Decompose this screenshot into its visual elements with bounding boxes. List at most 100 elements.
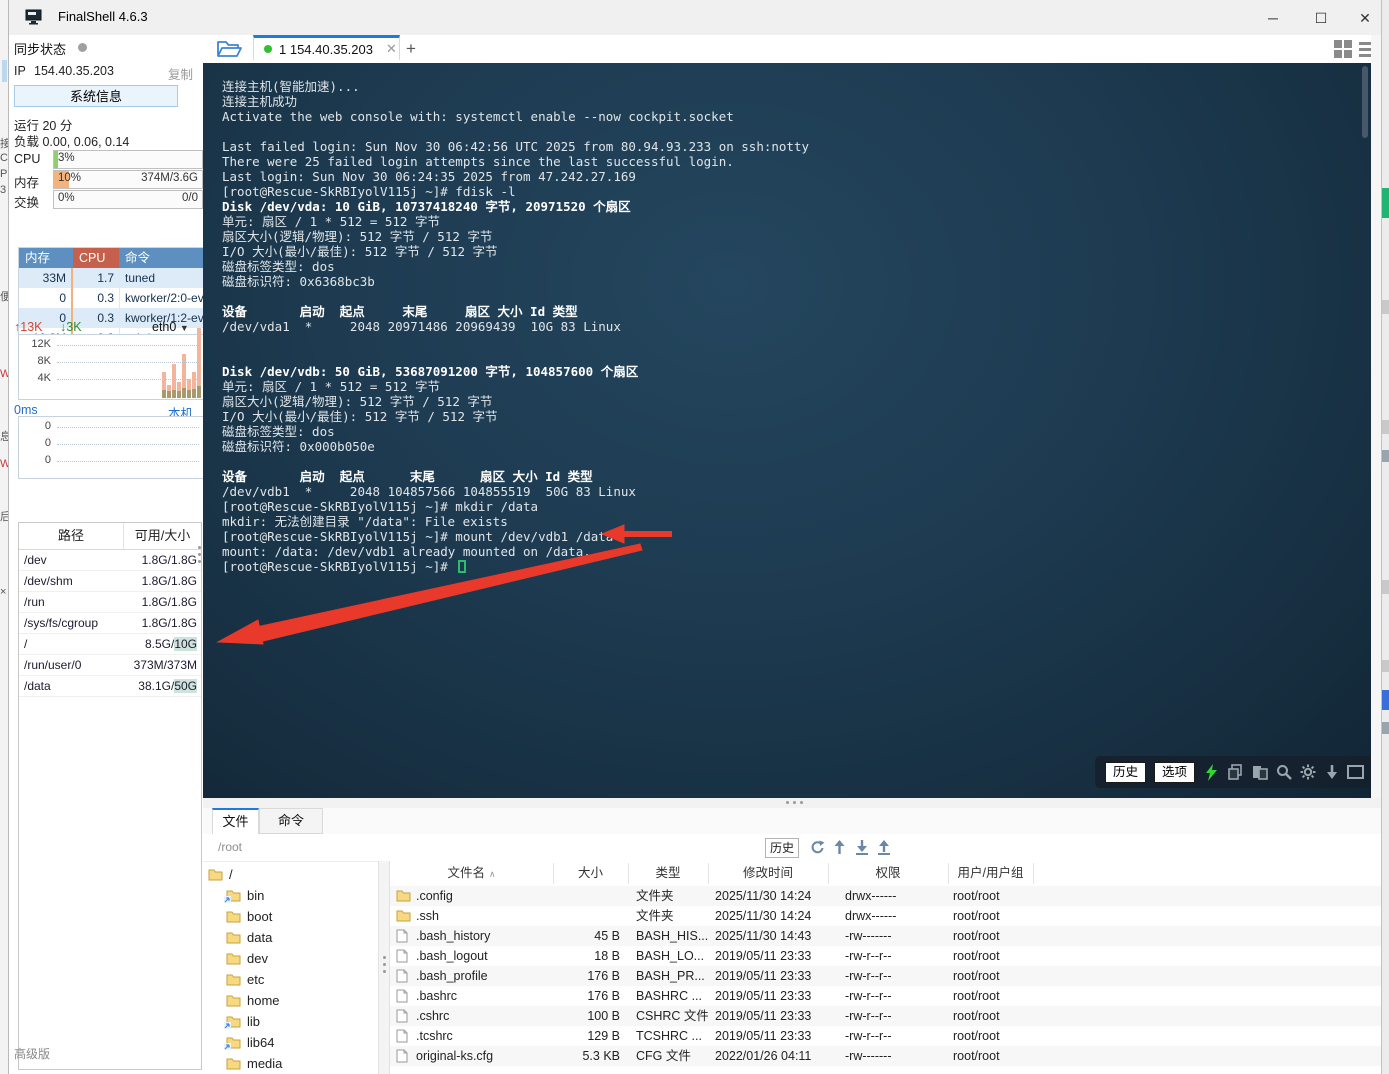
lightning-icon[interactable] bbox=[1203, 763, 1220, 781]
path-input[interactable]: /root bbox=[218, 840, 242, 854]
folder-icon bbox=[226, 973, 241, 986]
file-row[interactable]: .config 文件夹 2025/11/30 14:24 drwx------ root… bbox=[390, 886, 1381, 906]
disk-row[interactable]: /dev 1.8G/1.8G bbox=[19, 550, 201, 571]
tree-item-etc[interactable]: etc bbox=[226, 969, 264, 990]
sidebar-splitter-handle[interactable] bbox=[197, 546, 201, 563]
tree-item-dev[interactable]: dev bbox=[226, 948, 268, 969]
tree-item-lib[interactable]: lib bbox=[224, 1011, 260, 1032]
disk-path: /dev/shm bbox=[24, 574, 73, 588]
file-col-header[interactable]: 大小 bbox=[553, 861, 628, 886]
process-mem: 33M bbox=[19, 268, 73, 288]
minimize-button[interactable]: ─ bbox=[1256, 6, 1290, 30]
edge-block-fragment bbox=[1382, 300, 1389, 314]
disk-row[interactable]: / 8.5G/10G bbox=[19, 634, 201, 655]
disk-avail: 1.8G/ bbox=[141, 595, 171, 609]
file-icon bbox=[396, 989, 408, 1003]
options-button[interactable]: 选项 bbox=[1154, 761, 1196, 783]
edge-glyph-fragment: P bbox=[0, 168, 8, 180]
download-arrow-icon[interactable] bbox=[1323, 764, 1340, 781]
terminal-line: 磁盘标签类型: dos bbox=[222, 259, 335, 274]
process-row[interactable]: 33M 1.7 tuned bbox=[19, 268, 203, 288]
ping-axis-tick: 0 bbox=[44, 454, 51, 466]
gridline bbox=[57, 461, 199, 462]
tab-commands[interactable]: 命令 bbox=[259, 808, 323, 834]
disk-table[interactable]: 路径 可用/大小 /dev 1.8G/1.8G/dev/shm 1.8G/1.8G /… bbox=[18, 522, 202, 1070]
tab-close-icon[interactable]: ✕ bbox=[386, 41, 397, 57]
file-row[interactable]: .bashrc 176 B BASHRC ... 2019/05/11 23:33 -r… bbox=[390, 986, 1381, 1006]
horizontal-splitter[interactable] bbox=[203, 798, 1381, 808]
tree-table-splitter[interactable] bbox=[378, 861, 390, 1074]
edge-glyph-fragment: 接 bbox=[0, 135, 8, 151]
disk-row[interactable]: /data 38.1G/50G bbox=[19, 676, 201, 697]
sidebar: 同步状态 IP 154.40.35.203 复制 系统信息 运行 20 分 负载… bbox=[8, 35, 204, 1074]
gear-icon[interactable] bbox=[1299, 764, 1316, 781]
file-type: BASHRC ... bbox=[636, 989, 702, 1003]
file-col-header[interactable]: 权限 bbox=[828, 861, 948, 886]
file-owner: root/root bbox=[953, 1049, 1000, 1063]
copy-ip-button[interactable]: 复制 bbox=[168, 64, 193, 83]
paste-icon[interactable] bbox=[1251, 764, 1268, 781]
net-bar bbox=[192, 372, 196, 398]
disk-path: / bbox=[24, 637, 28, 651]
sort-ascending-icon: ∧ bbox=[488, 869, 496, 879]
disk-row[interactable]: /sys/fs/cgroup 1.8G/1.8G bbox=[19, 613, 201, 634]
session-tab[interactable]: 1 154.40.35.203 ✕ bbox=[253, 35, 400, 60]
file-row[interactable]: .bash_history 45 B BASH_HIS... 2025/11/30 1… bbox=[390, 926, 1381, 946]
terminal-scrollbar[interactable] bbox=[1362, 66, 1368, 138]
splitter-handle[interactable] bbox=[786, 801, 803, 804]
maximize-button[interactable]: ☐ bbox=[1304, 6, 1338, 30]
file-col-header[interactable]: 文件名 ∧ bbox=[390, 861, 553, 886]
file-row[interactable]: .bash_logout 18 B BASH_LO... 2019/05/11 23:… bbox=[390, 946, 1381, 966]
tree-item-lib64[interactable]: lib64 bbox=[224, 1032, 274, 1053]
download-rate-label: ↓3K bbox=[60, 320, 82, 334]
net-bar-tx bbox=[187, 390, 191, 398]
file-table-header: 文件名 ∧ 大小 类型 修改时间 权限 用户/用户组 bbox=[390, 861, 1381, 887]
gridline bbox=[57, 444, 199, 445]
tab-files[interactable]: 文件 bbox=[212, 808, 259, 834]
meter-percent: 10% bbox=[58, 172, 82, 184]
file-row[interactable]: original-ks.cfg 5.3 KB CFG 文件 2022/01/26 04… bbox=[390, 1046, 1381, 1066]
file-row[interactable]: .cshrc 100 B CSHRC 文件 2019/05/11 23:33 -rw-r… bbox=[390, 1006, 1381, 1026]
tree-item-media[interactable]: media bbox=[226, 1053, 282, 1074]
tree-item-root[interactable]: / bbox=[208, 864, 233, 885]
net-bar-tx bbox=[177, 391, 181, 398]
edge-block-fragment bbox=[1382, 420, 1389, 434]
download-icon[interactable] bbox=[853, 837, 870, 857]
terminal-line: 扇区大小(逻辑/物理): 512 字节 / 512 字节 bbox=[222, 394, 493, 409]
file-col-header[interactable]: 用户/用户组 bbox=[948, 861, 1033, 886]
disk-row[interactable]: /dev/shm 1.8G/1.8G bbox=[19, 571, 201, 592]
file-row[interactable]: .tcshrc 129 B TCSHRC ... 2019/05/11 23:33 -r… bbox=[390, 1026, 1381, 1046]
disk-row[interactable]: /run/user/0 373M/373M bbox=[19, 655, 201, 676]
file-col-header[interactable]: 修改时间 bbox=[708, 861, 828, 886]
file-row[interactable]: .bash_profile 176 B BASH_PR... 2019/05/11 2… bbox=[390, 966, 1381, 986]
up-arrow-icon[interactable] bbox=[831, 837, 848, 857]
tree-item-data[interactable]: data bbox=[226, 927, 272, 948]
terminal[interactable]: 连接主机(智能加速)... 连接主机成功 Activate the web cons… bbox=[203, 63, 1371, 798]
search-icon[interactable] bbox=[1275, 764, 1292, 781]
ip-value: 154.40.35.203 bbox=[34, 64, 114, 78]
file-table[interactable]: 文件名 ∧ 大小 类型 修改时间 权限 用户/用户组 .config 文件夹 2025/11/3… bbox=[390, 861, 1381, 1074]
directory-tree[interactable]: / bin boot data dev etc home lib lib64 media bbox=[203, 861, 378, 1074]
process-row[interactable]: 0 0.3 kworker/2:0-ev... bbox=[19, 288, 203, 308]
open-folder-icon[interactable] bbox=[216, 39, 242, 58]
tree-item-bin[interactable]: bin bbox=[224, 885, 264, 906]
tree-item-home[interactable]: home bbox=[226, 990, 280, 1011]
disk-row[interactable]: /run 1.8G/1.8G bbox=[19, 592, 201, 613]
path-history-button[interactable]: 历史 bbox=[765, 838, 799, 858]
tree-splitter-handle[interactable] bbox=[382, 956, 386, 973]
system-info-button[interactable]: 系统信息 bbox=[14, 85, 178, 107]
file-row[interactable]: .ssh 文件夹 2025/11/30 14:24 drwx------ root/ro… bbox=[390, 906, 1381, 926]
gridline bbox=[57, 427, 199, 428]
history-button[interactable]: 历史 bbox=[1105, 761, 1147, 783]
layout-grid-icon[interactable] bbox=[1334, 40, 1352, 58]
upload-icon[interactable] bbox=[875, 837, 892, 857]
copy-icon[interactable] bbox=[1227, 764, 1244, 781]
edge-block-fragment bbox=[1382, 690, 1389, 710]
file-col-header[interactable]: 类型 bbox=[628, 861, 708, 886]
close-button[interactable]: ✕ bbox=[1348, 6, 1382, 30]
tree-item-boot[interactable]: boot bbox=[226, 906, 272, 927]
new-tab-button[interactable]: + bbox=[406, 39, 416, 59]
window-icon[interactable] bbox=[1347, 764, 1365, 781]
refresh-icon[interactable] bbox=[809, 837, 826, 857]
